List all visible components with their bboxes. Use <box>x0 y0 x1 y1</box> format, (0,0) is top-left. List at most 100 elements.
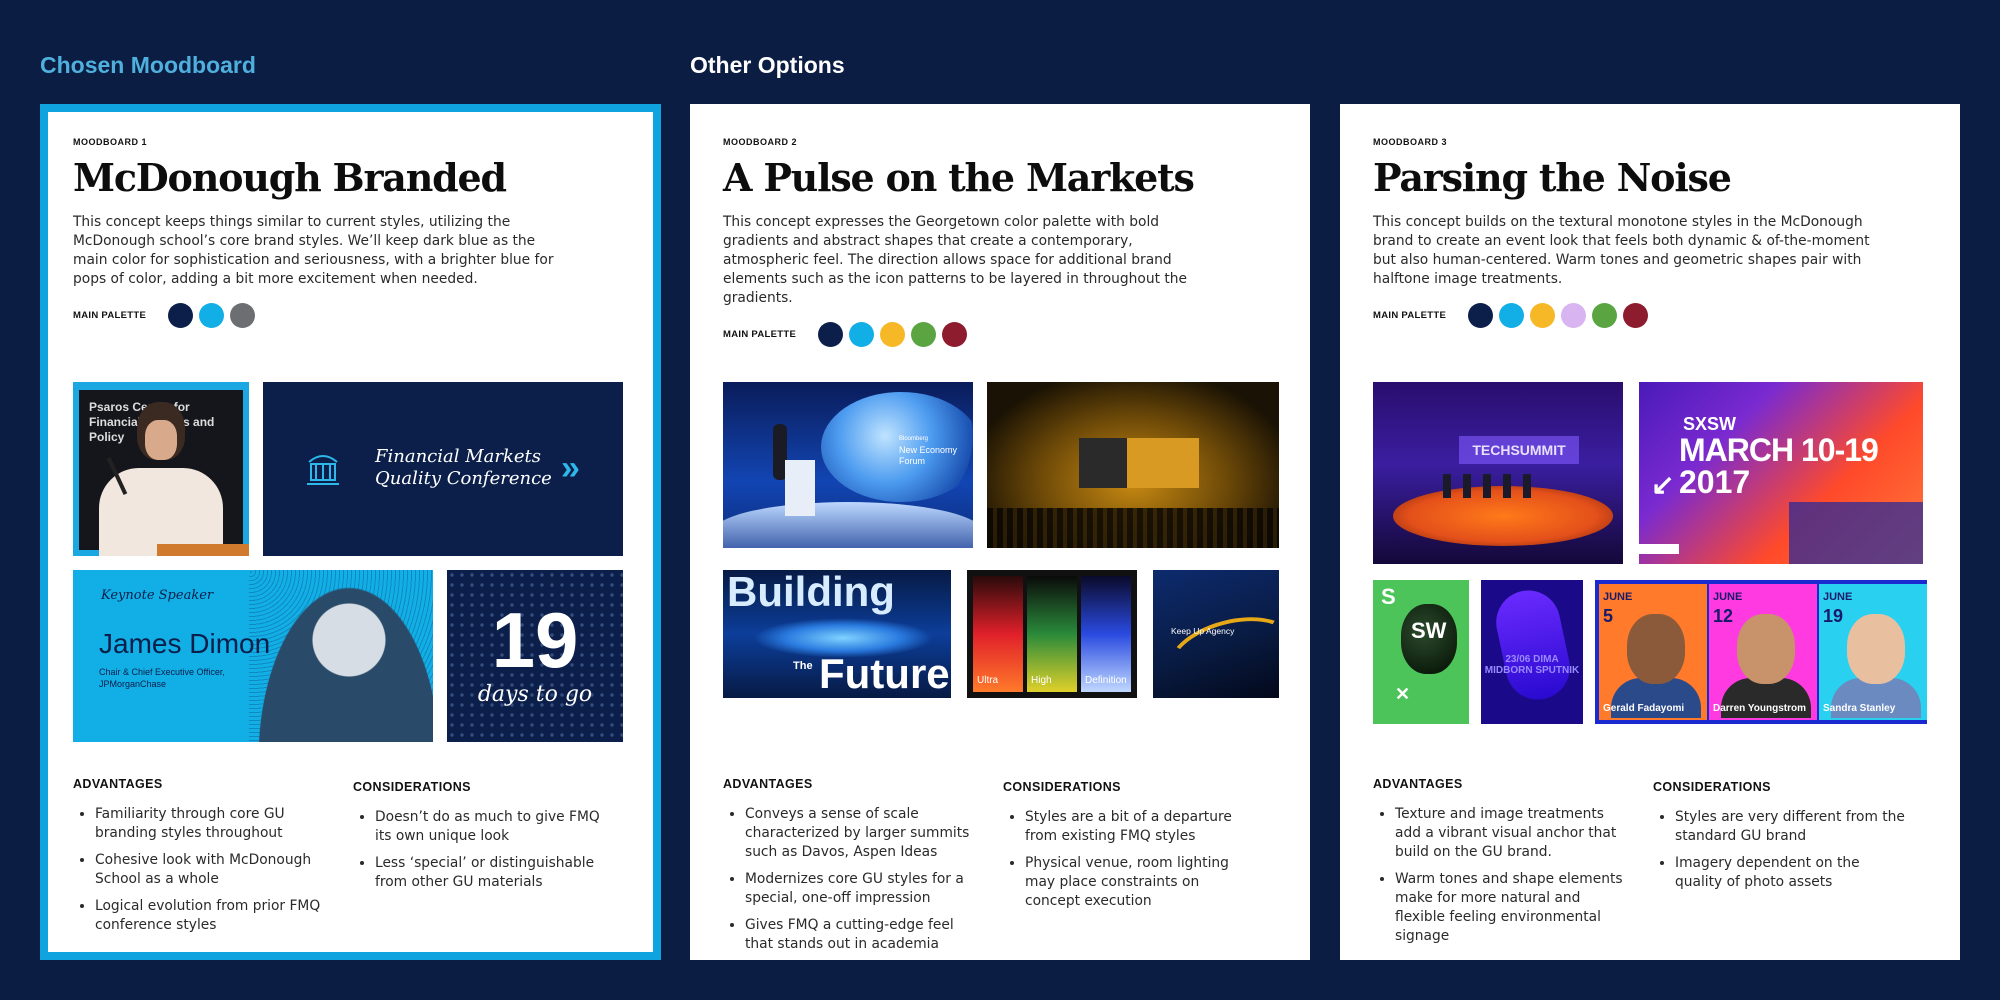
color-swatch <box>880 322 905 348</box>
keynote-speaker-card: Keynote Speaker James Dimon Chair & Chie… <box>73 570 433 742</box>
definition-poster: Definition <box>1081 576 1131 692</box>
arrow-down-left-icon: ↙ <box>1651 469 1675 500</box>
color-swatch <box>1468 303 1493 329</box>
speaker-panel: JUNE 5 Gerald Fadayomi <box>1599 584 1707 720</box>
color-swatch <box>1623 303 1648 329</box>
image-collage: TECHSUMMIT SXSW MARCH 10-19 2017 ↙ S SW … <box>1373 382 1933 742</box>
considerations-heading: CONSIDERATIONS <box>353 780 471 794</box>
pros-cons: ADVANTAGES Conveys a sense of scale char… <box>723 777 1283 962</box>
definition-label: Definition <box>1085 675 1127 686</box>
economy-forum-photo: Bloomberg New Economy Forum <box>723 382 973 548</box>
june-day: 19 <box>1823 606 1844 626</box>
moodboard-title: A Pulse on the Markets <box>723 155 1195 200</box>
georgetown-seal-icon <box>307 455 339 485</box>
close-x-icon: ✕ <box>1395 684 1411 704</box>
bullet-item: Familiarity through core GU branding sty… <box>95 805 325 843</box>
building-the-future-graphic: Building The Future <box>723 570 951 698</box>
speaker-photo: Psaros Center for Financial Markets and … <box>73 382 249 556</box>
bullet-item: Warm tones and shape elements make for m… <box>1395 870 1625 946</box>
advantages-heading: ADVANTAGES <box>723 777 813 791</box>
pros-cons: ADVANTAGES Texture and image treatments … <box>1373 777 1933 954</box>
keynote-role-line-2: JPMorganChase <box>99 679 167 689</box>
sw-halftone-poster: S SW ✕ <box>1373 580 1469 724</box>
moodboard-title: McDonough Branded <box>73 155 507 200</box>
advantages-heading: ADVANTAGES <box>73 777 163 791</box>
keep-up-label: Keep Up Agency <box>1171 626 1235 636</box>
speaker-panel: JUNE 12 Darren Youngstrom <box>1709 584 1817 720</box>
color-swatch <box>1592 303 1617 329</box>
bullet-item: Physical venue, room lighting may place … <box>1025 854 1255 911</box>
hall-crowd <box>987 508 1279 548</box>
palette-label: MAIN PALETTE <box>1373 310 1447 322</box>
moodboard-kicker: MOODBOARD 2 <box>723 137 798 147</box>
ultra-high-definition-posters: Ultra High Definition <box>967 570 1137 698</box>
sxsw-poster: SXSW MARCH 10-19 2017 ↙ <box>1639 382 1923 564</box>
moodboard-3-card[interactable]: MOODBOARD 3 Parsing the Noise This conce… <box>1340 104 1960 960</box>
main-palette: MAIN PALETTE <box>1373 303 1930 329</box>
forum-label: Bloomberg New Economy Forum <box>899 434 957 467</box>
bullet-item: Doesn’t do as much to give FMQ its own u… <box>375 808 605 846</box>
june-label: JUNE <box>1603 591 1633 603</box>
sxsw-year: 2017 <box>1679 464 1751 500</box>
considerations-heading: CONSIDERATIONS <box>1653 780 1771 794</box>
color-swatch <box>818 322 843 348</box>
double-chevron-icon: » <box>561 449 580 487</box>
advantages-column: ADVANTAGES Conveys a sense of scale char… <box>723 777 1003 962</box>
techsummit-photo: TECHSUMMIT <box>1373 382 1623 564</box>
considerations-list: Styles are very different from the stand… <box>1653 808 1933 892</box>
dima-poster: 23/06 DIMA MIDBORN SPUTNIK <box>1481 580 1583 724</box>
speaker-face <box>1627 614 1685 684</box>
lectern <box>157 544 249 556</box>
image-collage: Bloomberg New Economy Forum Building The… <box>723 382 1283 742</box>
bullet-item: Modernizes core GU styles for a special,… <box>745 870 975 908</box>
ultra-poster: Ultra <box>973 576 1023 692</box>
forum-line-1: New Economy <box>899 445 958 455</box>
advantages-column: ADVANTAGES Texture and image treatments … <box>1373 777 1653 954</box>
considerations-list: Styles are a bit of a departure from exi… <box>1003 808 1283 911</box>
forum-stage <box>723 502 973 548</box>
palette-label: MAIN PALETTE <box>73 310 147 322</box>
speaker-face <box>1847 614 1905 684</box>
advantages-list: Conveys a sense of scale characterized b… <box>723 805 1003 954</box>
moodboard-kicker: MOODBOARD 3 <box>1373 137 1448 147</box>
considerations-column: CONSIDERATIONS Styles are very different… <box>1653 777 1933 954</box>
other-options-heading: Other Options <box>690 52 845 78</box>
countdown-number: 19 <box>491 596 579 684</box>
june-day: 5 <box>1603 606 1614 626</box>
color-swatch <box>1561 303 1586 329</box>
main-palette: MAIN PALETTE <box>73 303 623 329</box>
building-word: Building <box>727 570 895 615</box>
color-swatch <box>911 322 936 348</box>
color-swatch <box>168 303 193 329</box>
speaker-name: Sandra Stanley <box>1823 703 1896 714</box>
high-poster: High <box>1027 576 1077 692</box>
forum-podium <box>785 460 815 516</box>
chosen-moodboard-heading: Chosen Moodboard <box>40 52 256 78</box>
keynote-halftone-photo <box>249 570 433 742</box>
pros-cons: ADVANTAGES Familiarity through core GU b… <box>73 777 633 943</box>
june-speaker-series: JUNE 5 Gerald Fadayomi JUNE 12 Darren Youngst… <box>1595 580 1927 724</box>
palette-swatches <box>1468 303 1648 329</box>
color-swatch <box>1530 303 1555 329</box>
fmqc-banner: Financial Markets Quality Conference » <box>263 382 623 556</box>
countdown-card: 19 days to go <box>447 570 623 742</box>
the-word: The <box>793 660 813 672</box>
moodboard-1-card[interactable]: MOODBOARD 1 McDonough Branded This conce… <box>40 104 661 960</box>
moodboard-2-card[interactable]: MOODBOARD 2 A Pulse on the Markets This … <box>690 104 1310 960</box>
color-swatch <box>1499 303 1524 329</box>
bullet-item: Gives FMQ a cutting-edge feel that stand… <box>745 916 975 954</box>
moodboard-description: This concept expresses the Georgetown co… <box>723 213 1188 306</box>
main-palette: MAIN PALETTE <box>723 322 1280 348</box>
image-collage: Psaros Center for Financial Markets and … <box>73 382 633 742</box>
hall-screen <box>1079 438 1199 488</box>
keep-up-agency-graphic: Keep Up Agency <box>1153 570 1279 698</box>
countdown-text: days to go <box>477 682 593 707</box>
speaker-name: Darren Youngstrom <box>1713 703 1806 714</box>
forum-brand: Bloomberg <box>899 436 929 442</box>
keynote-label: Keynote Speaker <box>101 588 214 603</box>
june-label: JUNE <box>1823 591 1853 603</box>
banner-line-1: Financial Markets <box>375 446 542 467</box>
moodboard-description: This concept builds on the textural mono… <box>1373 213 1870 287</box>
moodboard-title: Parsing the Noise <box>1373 155 1732 200</box>
color-swatch <box>199 303 224 329</box>
